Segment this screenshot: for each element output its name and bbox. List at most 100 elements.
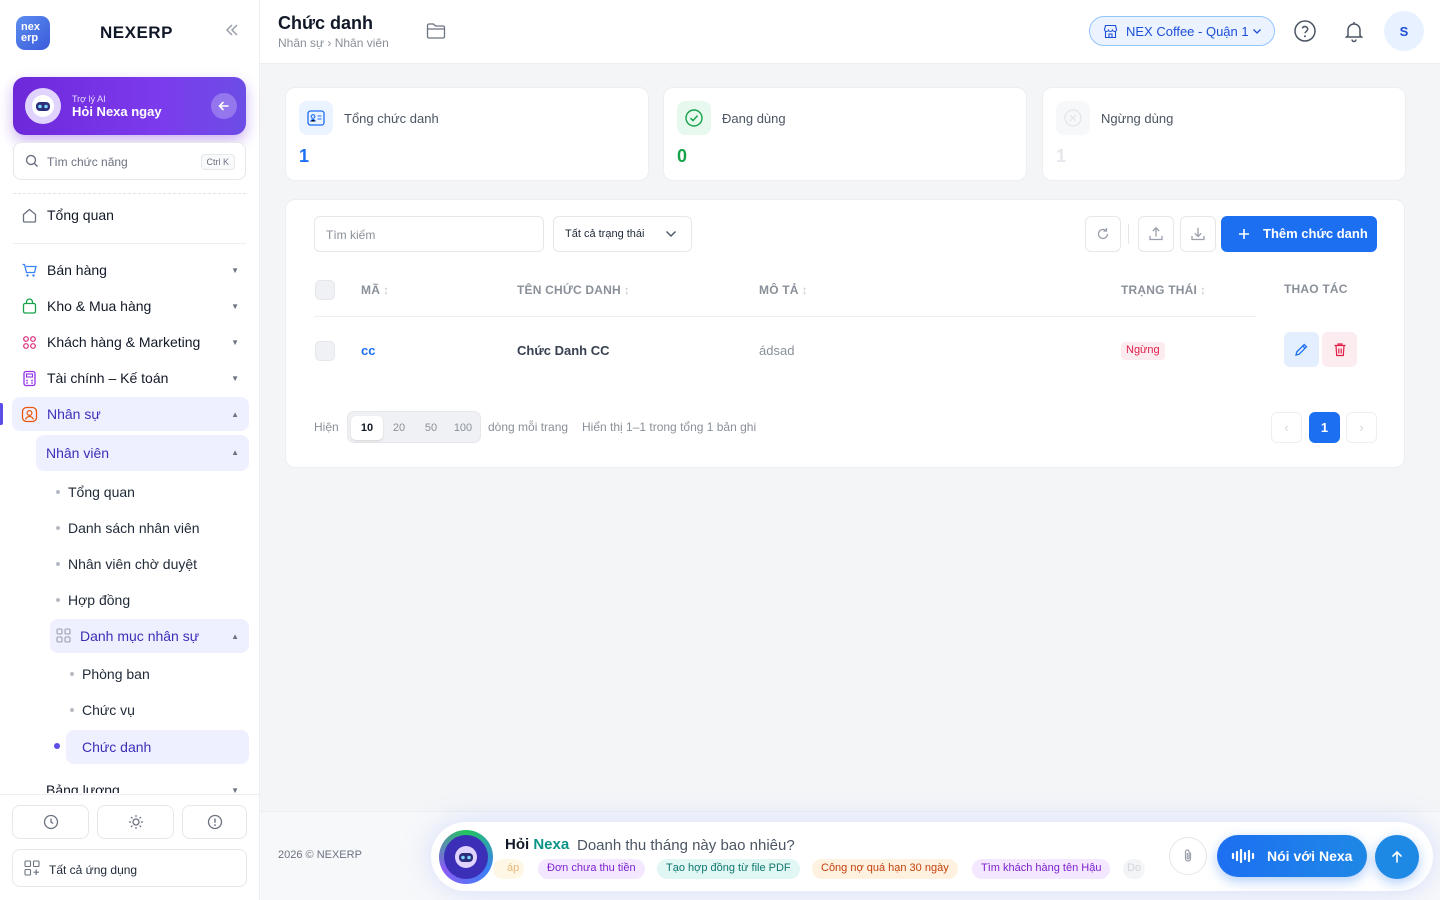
bell-icon[interactable]	[1342, 19, 1366, 43]
ask-prefix: Hỏi	[505, 836, 530, 853]
pagination-summary: Hiển thị 1–1 trong tổng 1 bản ghi	[582, 420, 757, 434]
store-selector[interactable]: NEX Coffee - Quận 1	[1089, 16, 1275, 46]
active-bullet	[54, 743, 60, 749]
cart-icon	[21, 262, 38, 279]
cell-description: ádsad	[759, 343, 795, 358]
stat-value: 1	[1056, 146, 1067, 166]
nav-label: Khách hàng & Marketing	[47, 334, 201, 350]
nav-item-contracts[interactable]: Hợp đồng	[68, 592, 130, 608]
waveform-icon	[1231, 848, 1257, 864]
nav-item-crm[interactable]: Khách hàng & Marketing ▼	[12, 325, 249, 359]
nav-item-positions[interactable]: Chức vụ	[82, 702, 135, 718]
clock-icon	[43, 814, 59, 830]
folder-icon[interactable]	[426, 22, 446, 40]
nav-item-sales[interactable]: Bán hàng ▼	[12, 253, 249, 287]
bullet	[70, 708, 74, 712]
nav-item-departments[interactable]: Phòng ban	[82, 666, 150, 682]
export-button[interactable]	[1180, 216, 1216, 252]
stat-card-total: Tổng chức danh 1	[285, 87, 649, 181]
column-header-status[interactable]: TRẠNG THÁI ↕	[1121, 283, 1206, 297]
talk-to-nexa-button[interactable]: Nói với Nexa	[1217, 835, 1367, 877]
nav-label: Nhân sự	[47, 406, 101, 422]
arrow-up-icon	[1390, 850, 1404, 864]
caret-down-icon: ▼	[231, 266, 239, 275]
robot-icon	[25, 88, 61, 124]
edit-button[interactable]	[1284, 332, 1319, 367]
column-header-code[interactable]: MÃ ↕	[361, 283, 389, 297]
paperclip-icon	[1181, 848, 1195, 864]
page-size-option[interactable]: 10	[351, 416, 383, 440]
divider	[13, 193, 246, 194]
arrow-left-icon[interactable]	[211, 93, 237, 119]
nav-item-job-titles[interactable]: Chức danh	[66, 730, 249, 764]
prev-page-button[interactable]: ‹	[1271, 412, 1302, 443]
sun-icon	[128, 814, 144, 830]
caret-up-icon: ▲	[231, 448, 239, 457]
suggestion-chip[interactable]: áp	[493, 859, 525, 879]
nav-label: Danh mục nhân sự	[80, 628, 200, 644]
sidebar-search-placeholder: Tìm chức năng	[47, 155, 128, 169]
column-header-name[interactable]: TÊN CHỨC DANH ↕	[517, 283, 630, 297]
suggestion-chip[interactable]: Tìm khách hàng tên Hậu	[972, 859, 1111, 879]
sidebar-search-input[interactable]: Tìm chức năng Ctrl K	[13, 142, 246, 180]
history-button[interactable]	[12, 805, 89, 839]
report-button[interactable]	[182, 805, 247, 839]
row-checkbox[interactable]	[315, 341, 335, 361]
refresh-button[interactable]	[1085, 216, 1121, 252]
page-size-option[interactable]: 100	[447, 416, 479, 440]
help-icon[interactable]	[1293, 19, 1317, 43]
ai-assistant-card[interactable]: Trợ lý AI Hỏi Nexa ngay	[13, 77, 246, 135]
status-filter-select[interactable]: Tất cả trạng thái	[553, 216, 692, 252]
current-page-button[interactable]: 1	[1309, 412, 1340, 443]
chevron-down-icon	[1252, 27, 1262, 35]
page-size-option[interactable]: 20	[383, 416, 415, 440]
import-button[interactable]	[1138, 216, 1174, 252]
nav-item-finance[interactable]: Tài chính – Kế toán ▼	[12, 361, 249, 395]
footer: 2026 © NEXERP Hỏi Nexa Doanh thu tháng n…	[260, 811, 1440, 900]
page-size-option[interactable]: 50	[415, 416, 447, 440]
user-avatar[interactable]: S	[1384, 11, 1424, 51]
nav-item-employees[interactable]: Nhân viên ▲	[36, 435, 249, 471]
user-badge-icon	[21, 406, 38, 423]
column-header-description[interactable]: MÔ TẢ ↕	[759, 283, 808, 297]
attach-button[interactable]	[1169, 837, 1207, 875]
table-search-input[interactable]: Tìm kiếm	[314, 216, 544, 252]
column-header-actions: THAO TÁC	[1284, 282, 1348, 296]
all-apps-button[interactable]: Tất cả ứng dụng	[12, 849, 247, 887]
suggestion-chip[interactable]: Tạo hợp đồng từ file PDF	[657, 859, 800, 879]
add-job-title-button[interactable]: Thêm chức danh	[1221, 216, 1377, 252]
nav-item-inventory[interactable]: Kho & Mua hàng ▼	[12, 289, 249, 323]
nav-item-hr[interactable]: Nhân sự ▲	[12, 397, 249, 431]
collapse-sidebar-icon[interactable]	[224, 22, 244, 42]
ask-question-input[interactable]: Doanh thu tháng này bao nhiêu?	[577, 837, 795, 854]
suggestion-chip[interactable]: Công nợ quá hạn 30 ngày	[812, 859, 958, 879]
shortcut-hint: Ctrl K	[200, 154, 235, 170]
nexa-avatar[interactable]	[439, 830, 493, 884]
header-label: MÔ TẢ	[759, 283, 799, 297]
nav-item-emp-list[interactable]: Danh sách nhân viên	[68, 520, 200, 536]
stat-value: 1	[299, 146, 310, 166]
breadcrumb[interactable]: Nhân sự › Nhân viên	[278, 36, 389, 50]
suggestion-chip[interactable]: Đơn chưa thu tiền	[538, 859, 645, 879]
next-page-button[interactable]: ›	[1346, 412, 1377, 443]
copyright: 2026 © NEXERP	[278, 849, 362, 861]
page-size-selector: 10 20 50 100	[347, 411, 481, 443]
page-title: Chức danh	[278, 13, 374, 33]
app-logo[interactable]: nex erp	[16, 16, 50, 50]
send-button[interactable]	[1375, 835, 1419, 879]
nav-item-hr-catalog[interactable]: Danh mục nhân sự ▲	[50, 619, 249, 653]
nav-item-payroll[interactable]: Bảng lương ▼	[36, 773, 249, 793]
sort-icon: ↕	[801, 283, 808, 297]
status-badge: Ngừng	[1121, 342, 1165, 360]
nav-label: Tổng quan	[47, 207, 114, 223]
store-icon	[1103, 24, 1118, 39]
theme-button[interactable]	[97, 805, 174, 839]
bag-icon	[21, 298, 38, 315]
cell-code[interactable]: cc	[361, 343, 375, 358]
nav-item-overview[interactable]: Tổng quan	[12, 198, 249, 232]
nav-item-emp-pending[interactable]: Nhân viên chờ duyệt	[68, 556, 197, 572]
alert-icon	[207, 814, 223, 830]
select-all-checkbox[interactable]	[315, 280, 335, 300]
delete-button[interactable]	[1322, 332, 1357, 367]
nav-item-emp-overview[interactable]: Tổng quan	[68, 484, 135, 500]
